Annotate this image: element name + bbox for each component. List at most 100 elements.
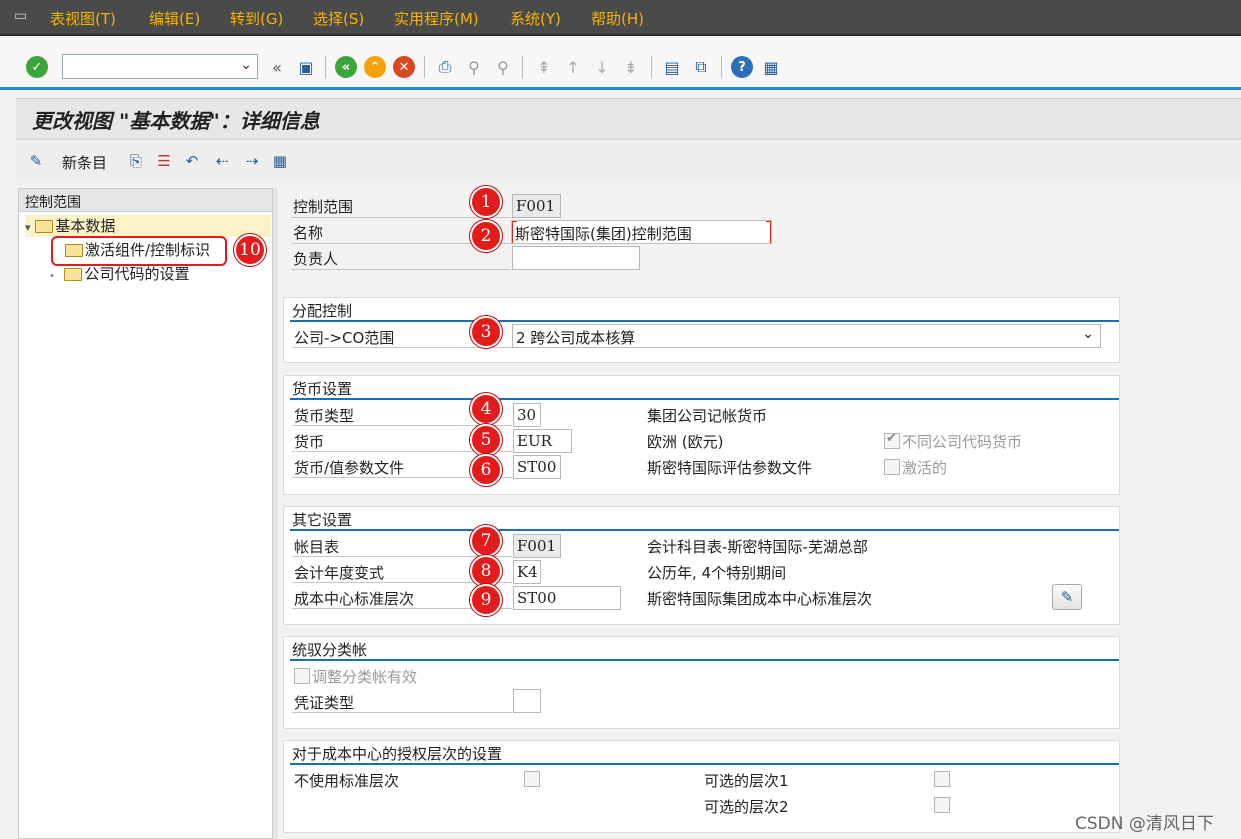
- alternative-hierarchy-1-checkbox[interactable]: [934, 771, 950, 787]
- new-entries-button[interactable]: 新条目: [62, 152, 107, 173]
- menu-utilities[interactable]: 实用程序(M): [394, 8, 479, 29]
- find-icon[interactable]: ⚲: [463, 56, 485, 78]
- highlight-box: [51, 236, 227, 266]
- command-field[interactable]: ⌄: [62, 54, 258, 79]
- assignment-control-group: 分配控制 公司->CO范围 2 跨公司成本核算 ⌄: [283, 297, 1120, 363]
- diff-cc-currency-label: 不同公司代码货币: [902, 433, 1023, 451]
- page-title: 更改视图 "基本数据"：详细信息: [32, 109, 320, 133]
- menu-help[interactable]: 帮助(H): [591, 8, 644, 29]
- cost-center-hierarchy-label: 成本中心标准层次: [294, 590, 415, 608]
- group-title: 其它设置: [292, 511, 353, 529]
- authorization-hierarchy-group: 对于成本中心的授权层次的设置 不使用标准层次 可选的层次1 可选的层次2: [283, 740, 1120, 833]
- chevron-down-icon[interactable]: ⌄: [1082, 326, 1094, 342]
- chart-of-accounts-description: 会计科目表-斯密特国际-芜湖总部: [647, 538, 868, 556]
- find-next-icon[interactable]: ⚲: [492, 56, 514, 78]
- alternative-hierarchy-2-checkbox[interactable]: [934, 797, 950, 813]
- no-standard-hierarchy-checkbox[interactable]: [524, 771, 540, 787]
- navigation-tree: 控制范围 ▾ 基本数据 激活组件/控制标识 • 公司代码的设置: [18, 188, 273, 839]
- shortcut-icon[interactable]: ⧉: [690, 56, 712, 78]
- cancel-icon[interactable]: ✕: [393, 56, 415, 78]
- application-toolbar: ✎ 新条目 ⎘ ☰ ↶ ⇠ ⇢ ▦: [16, 142, 1241, 180]
- enter-check-icon[interactable]: ✓: [26, 56, 48, 78]
- chevron-down-icon[interactable]: ▾: [25, 221, 31, 234]
- next-page-icon[interactable]: ↓: [591, 56, 613, 78]
- group-title: 分配控制: [292, 302, 353, 320]
- group-title: 对于成本中心的授权层次的设置: [292, 745, 503, 763]
- controlling-area-label: 控制范围: [293, 198, 354, 216]
- standard-toolbar: ✓ ⌄ « ▣ « ⌃ ✕ ⎙ ⚲ ⚲ ⇞ ↑ ↓ ⇟ ▤ ⧉ ? ▦: [0, 38, 1241, 90]
- name-field[interactable]: 斯密特国际(集团)控制范围: [511, 220, 772, 244]
- callout-3: 3: [470, 316, 502, 348]
- currency-type-field[interactable]: 30: [513, 403, 541, 427]
- menu-system[interactable]: 系统(Y): [510, 8, 561, 29]
- back-icon[interactable]: «: [335, 56, 357, 78]
- menu-goto[interactable]: 转到(G): [230, 8, 283, 29]
- delete-icon[interactable]: ☰: [154, 151, 174, 171]
- save-icon[interactable]: ▣: [295, 56, 317, 78]
- callout-1: 1: [470, 186, 502, 218]
- fiscal-year-variant-field[interactable]: K4: [513, 560, 541, 584]
- field-underline: [292, 347, 512, 348]
- print-icon[interactable]: ⎙: [434, 56, 456, 78]
- previous-entry-icon[interactable]: ⇠: [212, 151, 232, 171]
- callout-8: 8: [470, 555, 502, 587]
- tree-node-company-code-settings[interactable]: • 公司代码的设置: [49, 263, 189, 285]
- valuation-profile-field[interactable]: ST00: [513, 455, 561, 479]
- last-page-icon[interactable]: ⇟: [620, 56, 642, 78]
- new-session-icon[interactable]: ▤: [661, 56, 683, 78]
- currency-settings-group: 货币设置 货币类型 30 集团公司记帐货币 货币 EUR 欧洲 (欧元) 不同公…: [283, 375, 1120, 495]
- copy-as-icon[interactable]: ⎘: [126, 151, 146, 171]
- help-icon[interactable]: ?: [731, 56, 753, 78]
- adjust-ledger-checkbox[interactable]: [294, 668, 310, 684]
- previous-page-icon[interactable]: ↑: [562, 56, 584, 78]
- company-co-dropdown[interactable]: 2 跨公司成本核算 ⌄: [512, 324, 1101, 348]
- callout-9: 9: [470, 584, 502, 616]
- toolbar-separator: [522, 56, 523, 78]
- toolbar-separator: [325, 56, 326, 78]
- display-change-icon[interactable]: ✎: [26, 151, 46, 171]
- collapse-command-icon[interactable]: «: [266, 56, 288, 78]
- alternative-hierarchy-1-label: 可选的层次1: [704, 772, 789, 790]
- tree-header: 控制范围: [19, 189, 272, 212]
- person-responsible-field[interactable]: [512, 246, 640, 270]
- first-page-icon[interactable]: ⇞: [533, 56, 555, 78]
- controlling-area-field: F001: [512, 194, 561, 218]
- fiscal-year-variant-label: 会计年度变式: [294, 564, 385, 582]
- group-divider: [290, 398, 1119, 400]
- system-menu-icon[interactable]: ▭: [14, 8, 34, 24]
- group-divider: [290, 659, 1119, 661]
- chevron-down-icon[interactable]: ⌄: [240, 57, 252, 73]
- toolbar-separator: [651, 56, 652, 78]
- menu-table-view[interactable]: 表视图(T): [50, 8, 116, 29]
- field-underline: [291, 217, 511, 218]
- open-folder-icon: [35, 220, 54, 233]
- menu-selection[interactable]: 选择(S): [313, 8, 364, 29]
- field-underline: [291, 269, 511, 270]
- pencil-icon: ✎: [1060, 588, 1074, 606]
- person-responsible-label: 负责人: [293, 250, 339, 268]
- fiscal-year-variant-description: 公历年, 4个特别期间: [647, 564, 787, 582]
- exit-icon[interactable]: ⌃: [364, 56, 386, 78]
- undo-icon[interactable]: ↶: [182, 151, 202, 171]
- select-all-icon[interactable]: ▦: [270, 151, 290, 171]
- no-standard-hierarchy-label: 不使用标准层次: [294, 772, 400, 790]
- edit-hierarchy-button[interactable]: ✎: [1052, 584, 1082, 610]
- callout-10: 10: [234, 234, 266, 266]
- reconciliation-ledger-group: 统驭分类帐 调整分类帐有效 凭证类型: [283, 636, 1120, 729]
- chart-of-accounts-field: F001: [513, 534, 561, 558]
- menu-edit[interactable]: 编辑(E): [149, 8, 200, 29]
- diff-cc-currency-checkbox[interactable]: [884, 431, 900, 449]
- customize-layout-icon[interactable]: ▦: [760, 56, 782, 78]
- next-entry-icon[interactable]: ⇢: [242, 151, 262, 171]
- callout-6: 6: [470, 454, 502, 486]
- currency-field[interactable]: EUR: [513, 429, 572, 453]
- toolbar-separator: [721, 56, 722, 78]
- active-label: 激活的: [902, 459, 948, 477]
- pane-splitter[interactable]: [273, 188, 278, 839]
- document-type-field[interactable]: [513, 689, 541, 713]
- group-title: 货币设置: [292, 380, 353, 398]
- group-title: 统驭分类帐: [292, 641, 368, 659]
- active-checkbox[interactable]: [884, 459, 900, 475]
- tree-node-basic-data[interactable]: ▾ 基本数据: [25, 215, 271, 237]
- cost-center-hierarchy-field[interactable]: ST00: [513, 586, 621, 610]
